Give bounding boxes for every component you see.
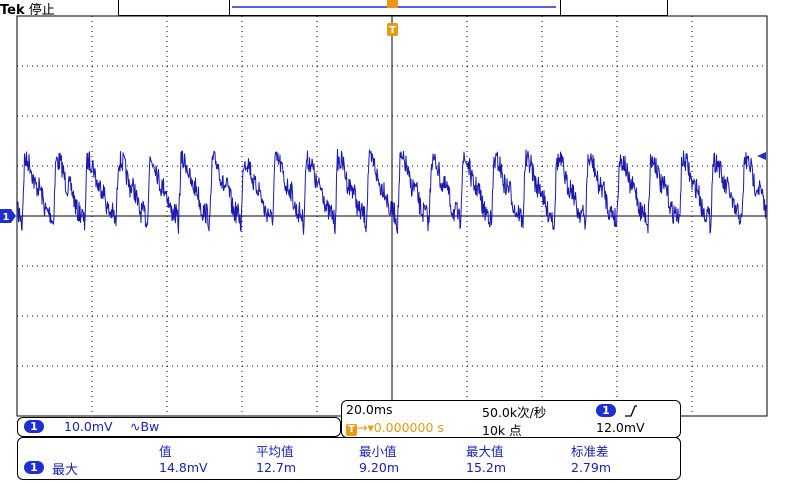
meas-max: 15.2m (466, 460, 507, 475)
channel-marker-label: 1 (3, 212, 10, 223)
time-per-division: 20.0ms (346, 402, 393, 417)
sample-rate: 50.0k次/秒 (482, 405, 547, 420)
trigger-channel-badge: 1 (596, 404, 616, 417)
trigger-position-value: 0.000000 s (373, 420, 444, 435)
meas-header-max: 最大值 (466, 444, 504, 459)
trigger-marker-label: T (389, 25, 396, 36)
bandwidth-limit-icon: ∿Bw (130, 419, 160, 434)
meas-header-mean: 平均值 (256, 444, 294, 459)
rising-edge-icon (625, 405, 637, 417)
timebase-panel[interactable]: 20.0ms 50.0k次/秒 1 T →▾0.000000 s 10k 点 12… (341, 400, 681, 438)
meas-header-value: 值 (159, 444, 172, 459)
channel1-ground-marker: 1 (0, 209, 16, 223)
meas-mean: 12.7m (256, 460, 297, 475)
meas-value: 14.8mV (159, 460, 208, 475)
meas-min: 9.20m (359, 460, 400, 475)
meas-name: 最大 (52, 463, 79, 478)
meas-header-stddev: 标准差 (571, 444, 609, 459)
trigger-t-icon: T (346, 424, 357, 436)
vertical-scale: 10.0mV (64, 419, 113, 434)
channel-badge: 1 (24, 420, 44, 433)
trigger-level: 12.0mV (596, 420, 645, 435)
trigger-position-readout: T →▾0.000000 s (346, 420, 444, 436)
measurement-panel[interactable]: 值 平均值 最小值 最大值 标准差 1 最大 14.8mV 12.7m 9.20… (17, 437, 681, 480)
trigger-level-icon (757, 152, 766, 160)
channel-scale-panel[interactable]: 1 10.0mV ∿Bw (17, 417, 341, 437)
meas-header-min: 最小值 (359, 444, 397, 459)
meas-channel-badge: 1 (24, 461, 44, 474)
meas-stddev: 2.79m (571, 460, 612, 475)
